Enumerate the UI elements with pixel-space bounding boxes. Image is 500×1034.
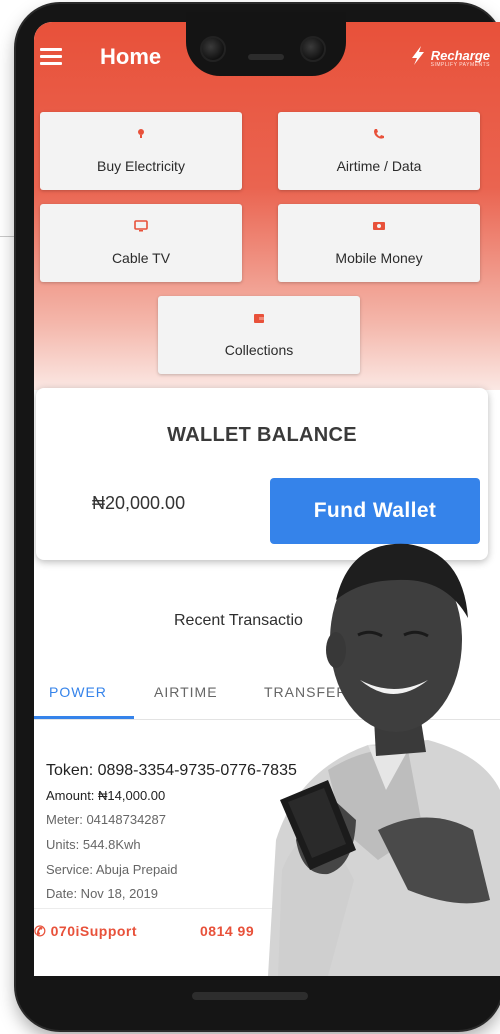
support-link-1[interactable]: ✆ 070iSupport — [34, 923, 137, 940]
phone-icon — [278, 128, 480, 140]
wallet-balance-amount: ₦20,000.00 — [92, 493, 186, 513]
wallet-title: WALLET BALANCE — [167, 424, 357, 446]
mobile-money-button[interactable]: Mobile Money — [278, 204, 480, 282]
transaction-units: Units: 544.8Kwh — [46, 837, 141, 852]
brand-tagline: SIMPLIFY PAYMENTS — [430, 62, 490, 68]
transaction-date: Date: Nov 18, 2019 — [46, 886, 159, 901]
person-with-phone-image — [268, 543, 500, 976]
tab-airtime[interactable]: AIRTIME — [154, 684, 218, 700]
speaker-grille — [248, 54, 284, 60]
collections-button[interactable]: Collections — [158, 296, 360, 374]
cable-tv-label: Cable TV — [111, 250, 171, 266]
tab-power[interactable]: POWER — [49, 684, 107, 700]
brand-name: Recharge — [430, 47, 490, 63]
mobile-money-label: Mobile Money — [335, 250, 423, 266]
cable-tv-button[interactable]: Cable TV — [40, 204, 242, 282]
camera-notch — [186, 12, 346, 76]
phone-icon: ✆ — [34, 923, 51, 939]
lightning-icon — [411, 46, 424, 65]
wallet-icon — [158, 312, 360, 324]
transaction-amount: Amount: ₦14,000.00 — [46, 788, 166, 803]
airtime-data-label: Airtime / Data — [336, 158, 422, 174]
buy-electricity-label: Buy Electricity — [97, 158, 185, 174]
airtime-data-button[interactable]: Airtime / Data — [278, 112, 480, 190]
money-icon — [278, 220, 480, 232]
header-background: Home Recharge SIMPLIFY PAYMENTS Buy Elec… — [34, 22, 500, 390]
transaction-service: Service: Abuja Prepaid — [46, 862, 178, 877]
camera-icon — [200, 36, 226, 62]
camera-icon — [300, 36, 326, 62]
page-title: Home — [100, 44, 162, 69]
collections-label: Collections — [224, 342, 294, 358]
tv-icon — [40, 220, 242, 232]
home-indicator — [192, 992, 308, 1000]
bulb-icon — [40, 128, 242, 140]
hamburger-menu-icon[interactable] — [40, 48, 62, 66]
transaction-meter: Meter: 04148734287 — [46, 812, 166, 827]
buy-electricity-button[interactable]: Buy Electricity — [40, 112, 242, 190]
support-link-2[interactable]: 0814 99 — [200, 923, 254, 939]
